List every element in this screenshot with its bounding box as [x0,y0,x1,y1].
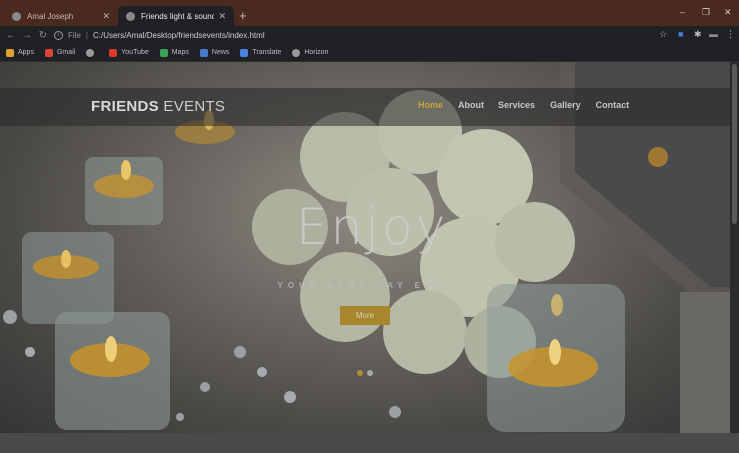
reload-icon[interactable]: ↻ [35,30,51,41]
brand-bold: FRIENDS [91,98,159,115]
bookmark-star-icon[interactable]: ☆ [659,29,667,40]
page-viewport: FRIENDS EVENTS Home About Services Galle… [0,62,730,433]
menu-home[interactable]: Home [418,100,443,110]
carousel-dot[interactable] [367,370,373,376]
bookmark-label: Maps [171,49,189,56]
tab-amal-joseph[interactable]: Amal Joseph ✕ [4,6,118,26]
hero-title: Enjoy [296,198,449,256]
info-icon[interactable]: i [54,30,63,40]
new-tab-button[interactable]: + [239,8,247,23]
close-icon[interactable]: ✕ [218,11,226,22]
bookmark-gmail[interactable]: Gmail [44,48,76,57]
bookmark-maps[interactable]: Maps [159,48,189,57]
youtube-icon [109,48,118,57]
carousel-dot-active[interactable] [357,370,363,376]
menu-about[interactable]: About [458,100,484,110]
globe-icon [292,48,301,57]
tab-title: Amal Joseph [27,11,74,21]
carousel-indicators [357,370,377,376]
browser-toolbar: ← → ↻ i File | C:/Users/Amal/Desktop/fri… [0,26,739,44]
more-button[interactable]: More [340,306,390,325]
bookmarks-bar: Apps Gmail YouTube Maps News Translate H… [0,44,739,62]
globe-icon [126,11,135,21]
translate-icon [240,48,249,57]
page-scrollbar[interactable] [730,62,739,433]
browser-tab-strip: Amal Joseph ✕ Friends light & sound ✕ + … [0,0,739,26]
profile-icon[interactable]: ▬ [709,29,718,39]
address-url[interactable]: C:/Users/Amal/Desktop/friendsevents/inde… [93,31,265,40]
bookmark-globe[interactable] [86,48,98,57]
bookmark-label: News [211,49,230,56]
bookmark-label: Translate [252,49,282,56]
bookmark-label: Gmail [56,49,76,56]
maps-icon [159,48,168,57]
back-arrow-icon[interactable]: ← [3,30,19,41]
apps-grid-icon [6,48,14,57]
globe-icon [12,11,21,21]
bookmark-label: YouTube [121,49,149,56]
page-bottom-strip [0,433,739,453]
address-separator: | [85,30,88,40]
tab-title: Friends light & sound [141,11,215,21]
news-icon [199,48,208,57]
minimize-button[interactable]: – [680,7,685,17]
gmail-icon [44,48,53,57]
menu-kebab-icon[interactable]: ⋮ [726,29,735,40]
bookmark-news[interactable]: News [199,48,230,57]
bookmark-label: Apps [18,49,34,56]
tab-friends-light-sound[interactable]: Friends light & sound ✕ [118,6,234,26]
bookmark-youtube[interactable]: YouTube [109,48,149,57]
address-scheme: File [68,30,81,40]
extensions-puzzle-icon[interactable]: ✱ [694,29,702,40]
site-brand-logo[interactable]: FRIENDS EVENTS [91,98,225,115]
scrollbar-thumb[interactable] [732,64,737,224]
menu-gallery[interactable]: Gallery [550,100,581,110]
bookmark-label: Horizon [304,49,329,56]
extension-icon[interactable]: ■ [678,29,683,39]
globe-icon [86,48,95,57]
bookmark-translate[interactable]: Translate [240,48,282,57]
site-menu: Home About Services Gallery Contact [418,100,629,110]
maximize-button[interactable]: ❐ [702,7,710,18]
bookmark-apps[interactable]: Apps [6,48,34,57]
forward-arrow-icon[interactable]: → [19,30,35,41]
menu-contact[interactable]: Contact [596,100,630,110]
hero-subtitle: YOUR BEST DAY EVER [277,281,457,290]
address-bar[interactable]: i File | C:/Users/Amal/Desktop/friendsev… [54,28,654,42]
bookmark-horizon[interactable]: Horizon [292,48,329,57]
window-close-button[interactable]: ✕ [724,7,732,18]
menu-services[interactable]: Services [498,100,535,110]
close-icon[interactable]: ✕ [102,11,110,22]
brand-rest: EVENTS [158,98,226,115]
